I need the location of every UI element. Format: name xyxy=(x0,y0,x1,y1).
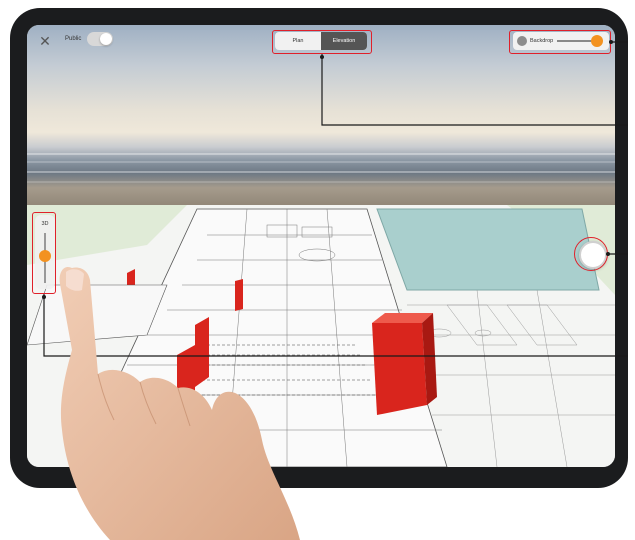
callout-orbit xyxy=(574,237,608,271)
public-toggle[interactable] xyxy=(87,32,113,46)
close-icon[interactable]: ✕ xyxy=(37,33,53,49)
app-screen: ✕ Public Plan Elevation Backdrop 3D xyxy=(27,25,615,467)
callout-view-toggle xyxy=(272,30,372,54)
callout-dimension-slider xyxy=(32,212,56,294)
callout-backdrop xyxy=(509,30,611,54)
elevation-drawing[interactable] xyxy=(27,205,615,467)
toggle-knob xyxy=(100,33,112,45)
public-label: Public xyxy=(65,36,82,42)
